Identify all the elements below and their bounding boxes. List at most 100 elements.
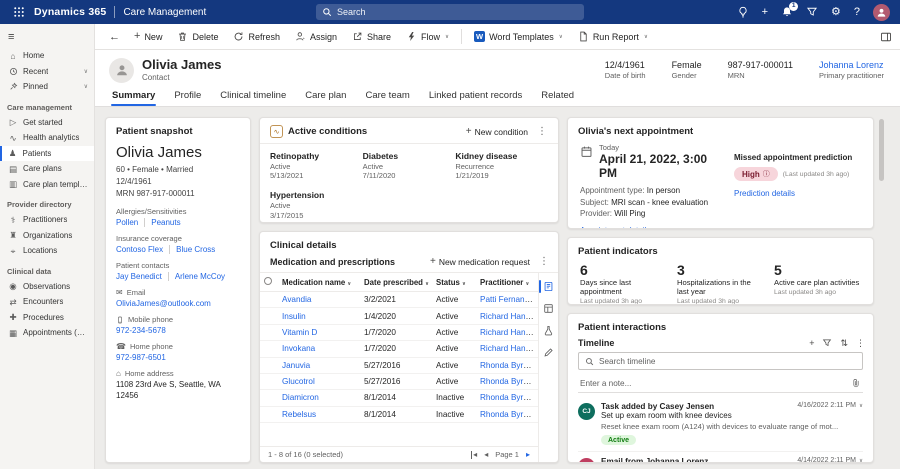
medication-link[interactable]: Glucotrol <box>282 377 315 386</box>
medication-link[interactable]: Avandia <box>282 295 311 304</box>
plus-icon[interactable]: + <box>762 7 768 18</box>
delete-button[interactable]: Delete <box>170 28 225 45</box>
medication-link[interactable]: Invokana <box>282 344 315 353</box>
table-row[interactable]: Januvia5/27/2016ActiveRhonda Byrnes <box>260 357 538 373</box>
medication-link[interactable]: Januvia <box>282 361 310 370</box>
practitioner-link[interactable]: Richard Hanson <box>480 312 538 321</box>
scrollbar[interactable] <box>879 119 884 181</box>
condition-item[interactable]: Kidney disease Recurrence 1/21/2019 <box>455 151 548 181</box>
practitioner-link[interactable]: Rhonda Byrnes <box>480 361 536 370</box>
contact-link[interactable]: Jay Benedict <box>116 272 162 281</box>
select-all-checkbox[interactable] <box>264 277 272 285</box>
medication-link[interactable]: Rebelsus <box>282 410 316 419</box>
note-input[interactable] <box>580 379 847 388</box>
sidebar-item-pinned[interactable]: Pinned∨ <box>0 79 94 95</box>
column-header[interactable]: Date prescribed∨ <box>360 273 432 292</box>
grid-view-icon[interactable] <box>539 302 558 315</box>
practitioner-link[interactable]: Richard Hanson <box>480 328 538 337</box>
medication-link[interactable]: Insulin <box>282 312 306 321</box>
table-row[interactable]: Glucotrol5/27/2016ActiveRhonda Byrnes <box>260 373 538 389</box>
tab-care-team[interactable]: Care team <box>364 90 410 106</box>
allergy-link[interactable]: Pollen <box>116 218 138 227</box>
sidebar-item-patients[interactable]: ♟Patients <box>0 146 94 162</box>
sidebar-item-get-started[interactable]: ▷Get started <box>0 115 94 131</box>
sidebar-item-encounters[interactable]: ⇄Encounters <box>0 294 94 310</box>
timeline-entry[interactable]: CJ Task added by Casey Jensen 4/16/2022 … <box>578 397 863 452</box>
primary-practitioner-link[interactable]: Johanna Lorenz <box>819 60 884 71</box>
flask-icon[interactable] <box>539 324 558 337</box>
home-phone-link[interactable]: 972-987-6501 <box>116 353 240 362</box>
sidebar-item-practitioners[interactable]: ⚕Practitioners <box>0 212 94 228</box>
sidebar-item-organizations[interactable]: ♜Organizations <box>0 228 94 244</box>
settings-gear-icon[interactable]: ⚙ <box>831 7 841 18</box>
user-avatar[interactable] <box>873 4 890 21</box>
tab-linked-patient-records[interactable]: Linked patient records <box>428 90 523 106</box>
medication-link[interactable]: Diamicron <box>282 393 319 402</box>
sidebar-item-observations[interactable]: ◉Observations <box>0 279 94 295</box>
condition-item[interactable]: Retinopathy Active 5/13/2021 <box>270 151 363 181</box>
practitioner-link[interactable]: Rhonda Byrnes <box>480 393 536 402</box>
sort-icon[interactable]: ⇅ <box>840 339 848 348</box>
tab-clinical-timeline[interactable]: Clinical timeline <box>219 90 287 106</box>
previous-page-icon[interactable]: ◂ <box>484 451 488 459</box>
bell-icon[interactable]: 1 <box>781 6 793 18</box>
column-header[interactable]: Medication name∨ <box>278 273 360 292</box>
appointment-details-link[interactable]: Appointment details <box>580 226 650 229</box>
app-name[interactable]: Care Management <box>123 7 206 18</box>
column-header[interactable]: Status∨ <box>432 273 476 292</box>
condition-item[interactable]: Hypertension Active 3/17/2015 <box>270 190 363 220</box>
table-row[interactable]: Avandia3/2/2021ActivePatti Fernandez <box>260 292 538 308</box>
tab-care-plan[interactable]: Care plan <box>304 90 347 106</box>
lightbulb-icon[interactable] <box>737 6 749 18</box>
filter-icon[interactable] <box>822 338 832 348</box>
sidebar-item-home[interactable]: ⌂Home <box>0 48 94 64</box>
sidebar-item-appointments-emr[interactable]: ▦Appointments (EMR) <box>0 325 94 341</box>
chevron-down-icon[interactable]: ∨ <box>859 403 863 409</box>
practitioner-link[interactable]: Rhonda Byrnes <box>480 410 536 419</box>
medication-link[interactable]: Vitamin D <box>282 328 317 337</box>
document-view-icon[interactable] <box>539 280 558 293</box>
note-composer[interactable] <box>578 375 863 393</box>
brand-title[interactable]: Dynamics 365 <box>34 6 106 18</box>
new-medication-request-button[interactable]: +New medication request <box>430 257 530 267</box>
more-options-icon[interactable]: ⋮ <box>856 339 865 348</box>
email-link[interactable]: OliviaJames@outlook.com <box>116 299 240 308</box>
practitioner-link[interactable]: Patti Fernandez <box>480 295 538 304</box>
chevron-down-icon[interactable]: ∨ <box>859 458 863 462</box>
share-button[interactable]: Share <box>345 28 398 45</box>
sidebar-item-procedures[interactable]: ✚Procedures <box>0 310 94 326</box>
column-header[interactable]: Practitioner∨ <box>476 273 538 292</box>
chevron-down-icon[interactable]: ∨ <box>84 68 90 75</box>
edit-icon[interactable] <box>539 346 558 359</box>
add-icon[interactable]: + <box>809 339 814 348</box>
side-pane-toggle-icon[interactable] <box>880 31 892 43</box>
tab-related[interactable]: Related <box>540 90 575 106</box>
table-row[interactable]: Invokana1/7/2020ActiveRichard Hanson <box>260 341 538 357</box>
paperclip-icon[interactable] <box>851 378 861 388</box>
practitioner-link[interactable]: Richard Hanson <box>480 344 538 353</box>
prediction-details-link[interactable]: Prediction details <box>734 189 795 198</box>
sidebar-item-care-plans[interactable]: ▤Care plans <box>0 161 94 177</box>
nav-collapse-button[interactable]: ≡ <box>0 27 94 48</box>
run-report-button[interactable]: Run Report∨ <box>571 28 655 45</box>
app-launcher-icon[interactable] <box>10 4 28 20</box>
tab-summary[interactable]: Summary <box>111 90 156 106</box>
next-page-icon[interactable]: ▸ <box>526 451 530 459</box>
sidebar-item-recent[interactable]: Recent∨ <box>0 64 94 80</box>
practitioner-link[interactable]: Rhonda Byrnes <box>480 377 536 386</box>
insurance-link[interactable]: Contoso Flex <box>116 245 163 254</box>
filter-icon[interactable] <box>806 6 818 18</box>
info-icon[interactable]: ⓘ <box>763 169 770 179</box>
condition-item[interactable]: Diabetes Active 7/11/2020 <box>363 151 456 181</box>
global-search[interactable] <box>316 4 584 20</box>
search-input[interactable] <box>337 7 578 17</box>
more-options-icon[interactable]: ⋮ <box>534 126 550 137</box>
table-row[interactable]: Vitamin D1/7/2020ActiveRichard Hanson <box>260 324 538 340</box>
timeline-entry[interactable]: JL Email from Johanna Lorenz 4/14/2022 2… <box>578 452 863 462</box>
first-page-icon[interactable]: ◂ <box>471 451 477 459</box>
more-options-icon[interactable]: ⋮ <box>536 256 552 267</box>
insurance-link[interactable]: Blue Cross <box>169 245 215 254</box>
tab-profile[interactable]: Profile <box>173 90 202 106</box>
refresh-button[interactable]: Refresh <box>226 28 287 45</box>
sidebar-item-care-plan-templates[interactable]: ▥Care plan templates <box>0 177 94 193</box>
